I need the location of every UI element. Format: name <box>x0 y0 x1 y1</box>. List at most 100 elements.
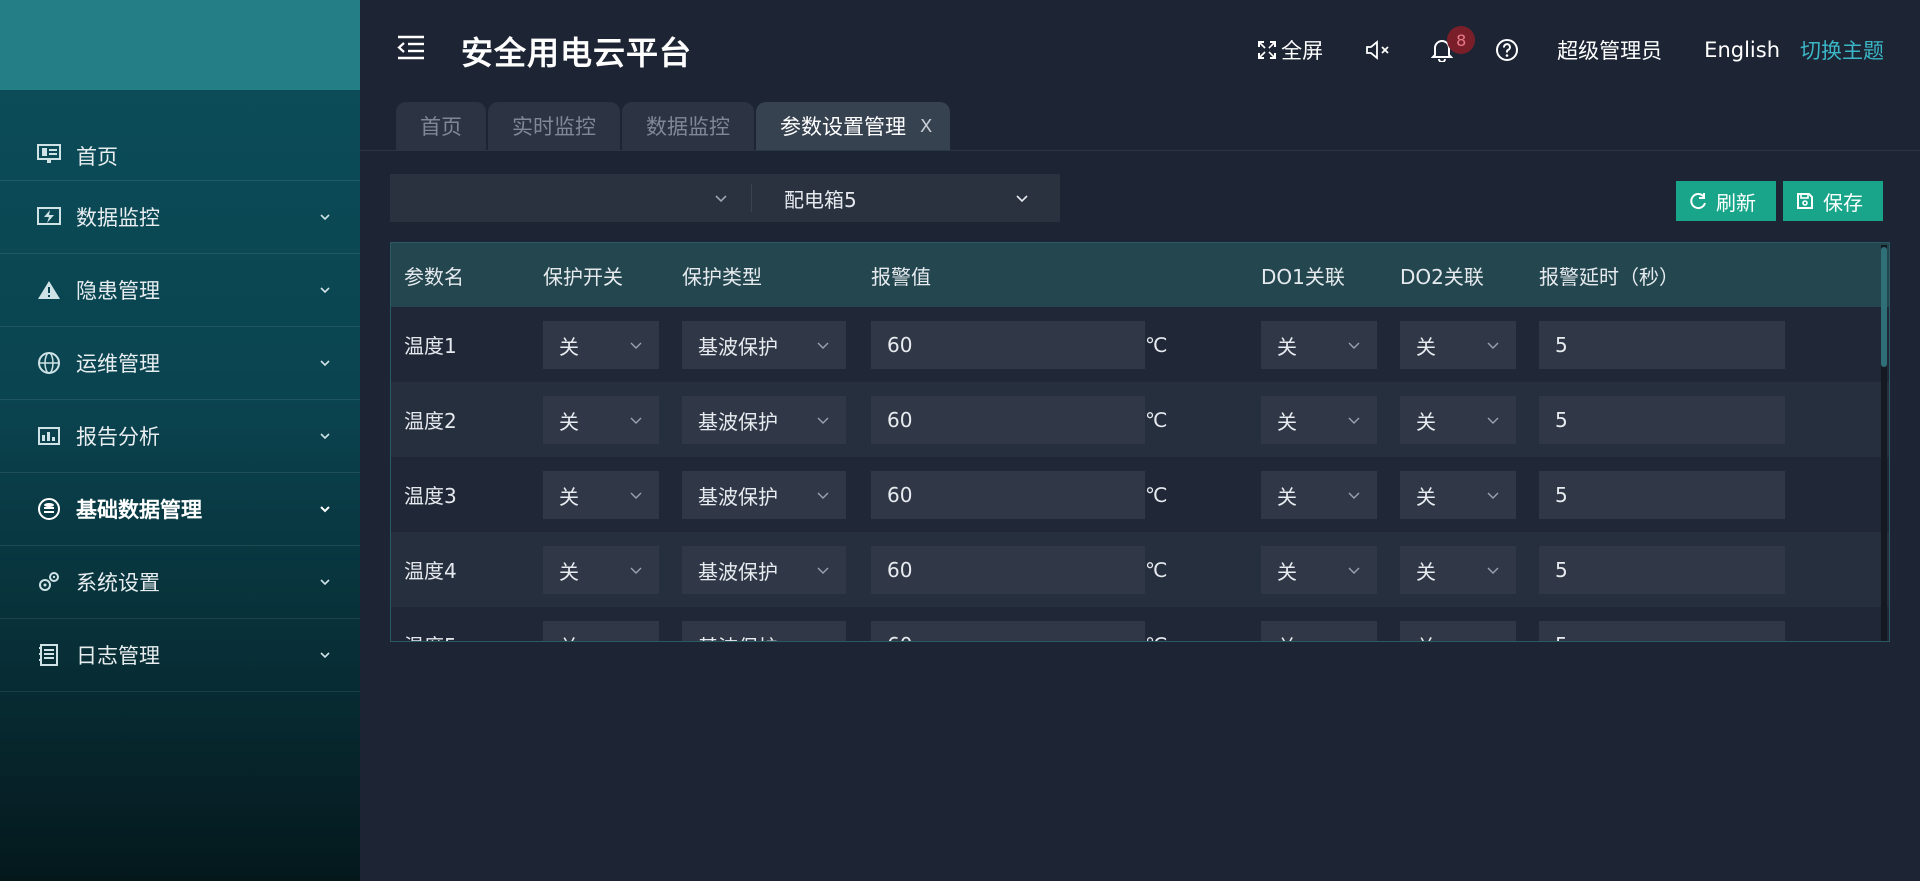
delay-input[interactable]: 5 <box>1539 621 1785 641</box>
save-button[interactable]: 保存 <box>1783 181 1883 221</box>
header-switch: 保护开关 <box>543 264 623 289</box>
table-row: 温度1 关 基波保护 60 ℃ 关 关 5 <box>391 307 1889 382</box>
notification-button[interactable]: 8 <box>1431 26 1476 62</box>
type-select[interactable]: 基波保护 <box>682 321 846 369</box>
refresh-icon <box>1690 193 1706 210</box>
theme-switch[interactable]: 切换主题 <box>1800 35 1884 65</box>
type-select-value: 基波保护 <box>698 484 778 509</box>
type-select-value: 基波保护 <box>698 559 778 584</box>
type-select-value: 基波保护 <box>698 334 778 359</box>
filter-bar: 配电箱5 <box>390 174 1060 222</box>
do1-select-value: 关 <box>1277 334 1297 359</box>
sidebar-item-logs[interactable]: 日志管理 <box>0 619 360 692</box>
fullscreen-label: 全屏 <box>1281 39 1324 63</box>
do1-select[interactable]: 关 <box>1261 621 1377 642</box>
sidebar-item-settings[interactable]: 系统设置 <box>0 546 360 619</box>
switch-select-value: 关 <box>559 631 579 642</box>
do1-select[interactable]: 关 <box>1261 471 1377 519</box>
switch-select[interactable]: 关 <box>543 621 659 642</box>
alarm-value-input[interactable]: 60 <box>871 546 1145 594</box>
chevron-down-icon <box>1348 342 1360 349</box>
chevron-down-icon <box>1487 417 1499 424</box>
do1-select[interactable]: 关 <box>1261 321 1377 369</box>
chevron-down-icon <box>1487 492 1499 499</box>
param-table: 参数名 保护开关 保护类型 报警值 DO1关联 DO2关联 报警延时（秒） 温度… <box>390 242 1890 642</box>
alarm-value-input[interactable]: 60 <box>871 396 1145 444</box>
type-select-value: 基波保护 <box>698 409 778 434</box>
sidebar-item-data-monitor[interactable]: 数据监控 <box>0 181 360 254</box>
tab-close-button[interactable]: X <box>920 116 932 137</box>
alarm-value-input[interactable]: 60 <box>871 621 1145 641</box>
do2-select[interactable]: 关 <box>1400 471 1516 519</box>
type-select[interactable]: 基波保护 <box>682 396 846 444</box>
chevron-down-icon <box>816 638 830 642</box>
do2-select[interactable]: 关 <box>1400 621 1516 641</box>
fullscreen-icon <box>1258 41 1277 59</box>
tab-param-settings[interactable]: 参数设置管理 X <box>756 102 951 150</box>
do1-select[interactable]: 关 <box>1261 396 1377 444</box>
help-icon <box>1496 39 1519 61</box>
sidebar-item-hazard[interactable]: 隐患管理 <box>0 254 360 327</box>
do1-select[interactable]: 关 <box>1261 546 1377 594</box>
table-row: 温度4 关 基波保护 60 ℃ 关 关 5 <box>391 532 1889 607</box>
sidebar: 首页 数据监控 隐患管理 运维管理 报告分析 基础数据管理 系统设置 日志管理 <box>0 0 360 881</box>
unit-label: ℃ <box>1145 633 1167 642</box>
fullscreen-button[interactable]: 全屏 <box>1257 35 1323 65</box>
save-icon <box>1797 193 1813 209</box>
sidebar-item-label: 日志管理 <box>76 644 160 668</box>
switch-select[interactable]: 关 <box>543 546 659 594</box>
alarm-value-input[interactable]: 60 <box>871 321 1145 369</box>
table-header: 参数名 保护开关 保护类型 报警值 DO1关联 DO2关联 报警延时（秒） <box>391 243 1889 307</box>
sidebar-item-base-data[interactable]: 基础数据管理 <box>0 473 360 546</box>
alarm-value-input[interactable]: 60 <box>871 471 1145 519</box>
do2-select-value: 关 <box>1416 484 1436 509</box>
switch-select[interactable]: 关 <box>543 396 659 444</box>
switch-select-value: 关 <box>559 484 579 509</box>
sidebar-item-ops[interactable]: 运维管理 <box>0 327 360 400</box>
tab-bar: 首页 实时监控 数据监控 参数设置管理 X <box>396 102 952 150</box>
tab-data-monitor[interactable]: 数据监控 <box>622 102 754 150</box>
table-row: 温度3 关 基波保护 60 ℃ 关 关 5 <box>391 457 1889 532</box>
chevron-down-icon <box>817 342 829 349</box>
sidebar-item-label: 报告分析 <box>76 425 160 449</box>
delay-input[interactable]: 5 <box>1539 546 1785 594</box>
sidebar-menu: 首页 数据监控 隐患管理 运维管理 报告分析 基础数据管理 系统设置 日志管理 <box>0 127 360 692</box>
table-scroll-thumb[interactable] <box>1881 247 1887 367</box>
chevron-down-icon <box>1348 417 1360 424</box>
chevron-down-icon <box>817 417 829 424</box>
chevron-down-icon <box>817 567 829 574</box>
chevron-down-icon <box>1487 567 1499 574</box>
refresh-button[interactable]: 刷新 <box>1676 181 1776 221</box>
header-do2: DO2关联 <box>1400 264 1484 289</box>
type-select[interactable]: 基波保护 <box>682 471 846 519</box>
chevron-down-icon <box>629 638 643 642</box>
sidebar-item-home[interactable]: 首页 <box>0 127 360 181</box>
device-select[interactable]: 配电箱5 <box>752 174 1060 222</box>
do2-select[interactable]: 关 <box>1400 546 1516 594</box>
chevron-down-icon <box>1347 638 1361 642</box>
switch-select[interactable]: 关 <box>543 321 659 369</box>
unit-label: ℃ <box>1145 482 1168 507</box>
type-select[interactable]: 基波保护 <box>682 546 846 594</box>
delay-input[interactable]: 5 <box>1539 471 1785 519</box>
delay-input[interactable]: 5 <box>1539 396 1785 444</box>
tab-home[interactable]: 首页 <box>396 102 486 150</box>
help-button[interactable] <box>1495 38 1519 62</box>
tab-realtime[interactable]: 实时监控 <box>488 102 620 150</box>
type-select[interactable]: 基波保护 <box>682 621 846 642</box>
warning-icon <box>36 277 62 303</box>
do2-select-value: 关 <box>1416 409 1436 434</box>
do2-select[interactable]: 关 <box>1400 396 1516 444</box>
sidebar-item-report[interactable]: 报告分析 <box>0 400 360 473</box>
header-type: 保护类型 <box>682 264 762 289</box>
group-select[interactable] <box>390 184 752 212</box>
switch-select[interactable]: 关 <box>543 471 659 519</box>
mute-button[interactable] <box>1365 39 1393 61</box>
language-switch[interactable]: English <box>1704 38 1780 62</box>
sidebar-item-label: 运维管理 <box>76 352 160 376</box>
delay-input[interactable]: 5 <box>1539 321 1785 369</box>
menu-collapse-icon[interactable] <box>396 34 426 60</box>
user-menu[interactable]: 超级管理员 <box>1557 35 1662 65</box>
gears-icon <box>36 569 62 595</box>
do2-select[interactable]: 关 <box>1400 321 1516 369</box>
